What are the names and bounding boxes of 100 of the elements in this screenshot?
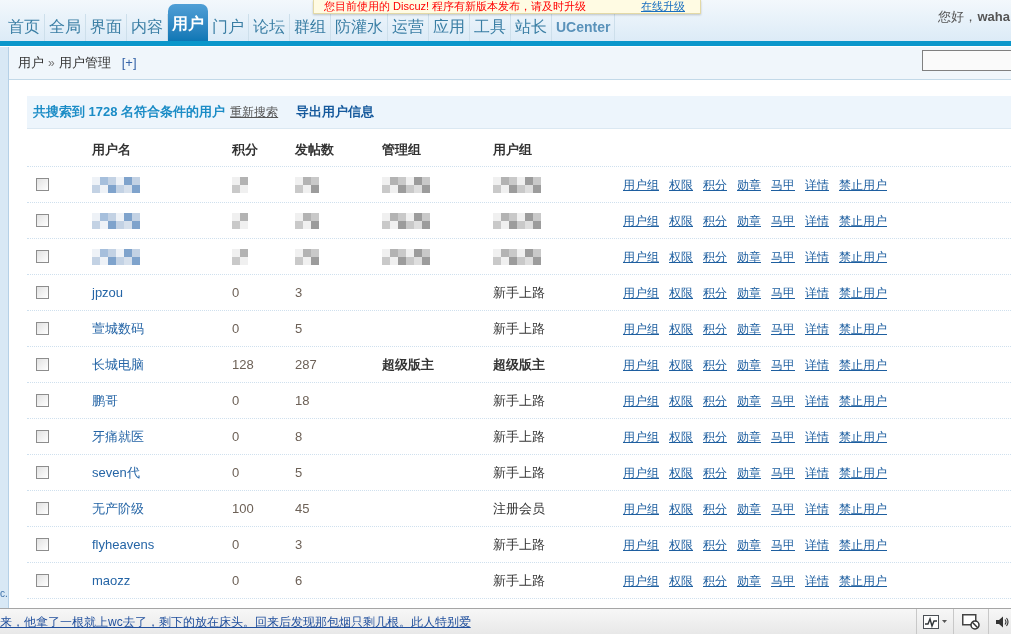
username-link[interactable]: jpzou (92, 282, 124, 303)
row-checkbox[interactable] (36, 466, 49, 479)
row-checkbox[interactable] (36, 250, 49, 263)
ban-user-link[interactable]: 禁止用户 (839, 429, 887, 444)
permissions-link[interactable]: 权限 (669, 213, 693, 228)
alias-link[interactable]: 马甲 (771, 285, 795, 300)
alias-link[interactable]: 马甲 (771, 537, 795, 552)
ban-user-link[interactable]: 禁止用户 (839, 321, 887, 336)
user-group-link[interactable]: 用户组 (623, 213, 659, 228)
user-group-link[interactable]: 用户组 (623, 573, 659, 588)
ban-user-link[interactable]: 禁止用户 (839, 573, 887, 588)
username-link[interactable]: 萱城数码 (92, 318, 144, 339)
medals-link[interactable]: 勋章 (737, 465, 761, 480)
username-link[interactable]: 无产阶级 (92, 498, 144, 519)
medals-link[interactable]: 勋章 (737, 213, 761, 228)
details-link[interactable]: 详情 (805, 249, 829, 264)
permissions-link[interactable]: 权限 (669, 573, 693, 588)
user-group-link[interactable]: 用户组 (623, 357, 659, 372)
credits-link[interactable]: 积分 (703, 177, 727, 192)
permissions-link[interactable]: 权限 (669, 537, 693, 552)
caret-icon[interactable] (942, 620, 947, 623)
medals-link[interactable]: 勋章 (737, 285, 761, 300)
permissions-link[interactable]: 权限 (669, 321, 693, 336)
user-group-link[interactable]: 用户组 (623, 285, 659, 300)
medals-link[interactable]: 勋章 (737, 357, 761, 372)
row-checkbox[interactable] (36, 574, 49, 587)
medals-link[interactable]: 勋章 (737, 537, 761, 552)
permissions-link[interactable]: 权限 (669, 465, 693, 480)
ban-user-link[interactable]: 禁止用户 (839, 285, 887, 300)
medals-link[interactable]: 勋章 (737, 429, 761, 444)
row-checkbox[interactable] (36, 214, 49, 227)
permissions-link[interactable]: 权限 (669, 357, 693, 372)
news-ticker-link[interactable]: 来，他拿了一根就上wc去了，剩下的放在床头。回来后发现那包烟只剩几根。此人特别爱 (0, 614, 471, 629)
ban-user-link[interactable]: 禁止用户 (839, 393, 887, 408)
row-checkbox[interactable] (36, 394, 49, 407)
alias-link[interactable]: 马甲 (771, 177, 795, 192)
ban-user-link[interactable]: 禁止用户 (839, 465, 887, 480)
user-group-link[interactable]: 用户组 (623, 537, 659, 552)
ban-user-link[interactable]: 禁止用户 (839, 537, 887, 552)
username-link[interactable]: maozz (92, 570, 131, 591)
credits-link[interactable]: 积分 (703, 429, 727, 444)
row-checkbox[interactable] (36, 322, 49, 335)
search-field[interactable] (922, 50, 1011, 71)
permissions-link[interactable]: 权限 (669, 177, 693, 192)
add-shortcut-link[interactable]: [+] (121, 55, 137, 71)
permissions-link[interactable]: 权限 (669, 501, 693, 516)
permissions-link[interactable]: 权限 (669, 249, 693, 264)
alias-link[interactable]: 马甲 (771, 213, 795, 228)
details-link[interactable]: 详情 (805, 213, 829, 228)
details-link[interactable]: 详情 (805, 429, 829, 444)
upgrade-link[interactable]: 在线升级 (641, 0, 685, 13)
credits-link[interactable]: 积分 (703, 537, 727, 552)
row-checkbox[interactable] (36, 502, 49, 515)
username-link[interactable]: 长城电脑 (92, 354, 144, 375)
nav-tab[interactable]: 用户 (168, 4, 208, 41)
user-group-link[interactable]: 用户组 (623, 429, 659, 444)
alias-link[interactable]: 马甲 (771, 429, 795, 444)
alias-link[interactable]: 马甲 (771, 465, 795, 480)
ban-user-link[interactable]: 禁止用户 (839, 501, 887, 516)
alias-link[interactable]: 马甲 (771, 393, 795, 408)
credits-link[interactable]: 积分 (703, 501, 727, 516)
row-checkbox[interactable] (36, 358, 49, 371)
credits-link[interactable]: 积分 (703, 285, 727, 300)
user-group-link[interactable]: 用户组 (623, 249, 659, 264)
permissions-link[interactable]: 权限 (669, 285, 693, 300)
user-group-link[interactable]: 用户组 (623, 465, 659, 480)
search-again-link[interactable]: 重新搜索 (230, 103, 279, 121)
permissions-link[interactable]: 权限 (669, 393, 693, 408)
alias-link[interactable]: 马甲 (771, 321, 795, 336)
details-link[interactable]: 详情 (805, 321, 829, 336)
ban-user-link[interactable]: 禁止用户 (839, 177, 887, 192)
medals-link[interactable]: 勋章 (737, 321, 761, 336)
monitor-blocked-icon[interactable] (962, 613, 980, 630)
credits-link[interactable]: 积分 (703, 249, 727, 264)
alias-link[interactable]: 马甲 (771, 501, 795, 516)
medals-link[interactable]: 勋章 (737, 501, 761, 516)
details-link[interactable]: 详情 (805, 501, 829, 516)
credits-link[interactable]: 积分 (703, 393, 727, 408)
credits-link[interactable]: 积分 (703, 573, 727, 588)
ban-user-link[interactable]: 禁止用户 (839, 357, 887, 372)
breadcrumb-link[interactable]: 用户 (18, 55, 44, 71)
user-group-link[interactable]: 用户组 (623, 321, 659, 336)
permissions-link[interactable]: 权限 (669, 429, 693, 444)
ban-user-link[interactable]: 禁止用户 (839, 213, 887, 228)
medals-link[interactable]: 勋章 (737, 393, 761, 408)
medals-link[interactable]: 勋章 (737, 573, 761, 588)
credits-link[interactable]: 积分 (703, 321, 727, 336)
username-link[interactable]: 牙痛就医 (92, 426, 144, 447)
user-group-link[interactable]: 用户组 (623, 393, 659, 408)
details-link[interactable]: 详情 (805, 357, 829, 372)
credits-link[interactable]: 积分 (703, 357, 727, 372)
row-checkbox[interactable] (36, 430, 49, 443)
username-link[interactable]: seven代 (92, 462, 140, 483)
user-group-link[interactable]: 用户组 (623, 501, 659, 516)
alias-link[interactable]: 马甲 (771, 249, 795, 264)
row-checkbox[interactable] (36, 178, 49, 191)
details-link[interactable]: 详情 (805, 393, 829, 408)
username-link[interactable]: 鹏哥 (92, 390, 118, 411)
details-link[interactable]: 详情 (805, 573, 829, 588)
details-link[interactable]: 详情 (805, 465, 829, 480)
